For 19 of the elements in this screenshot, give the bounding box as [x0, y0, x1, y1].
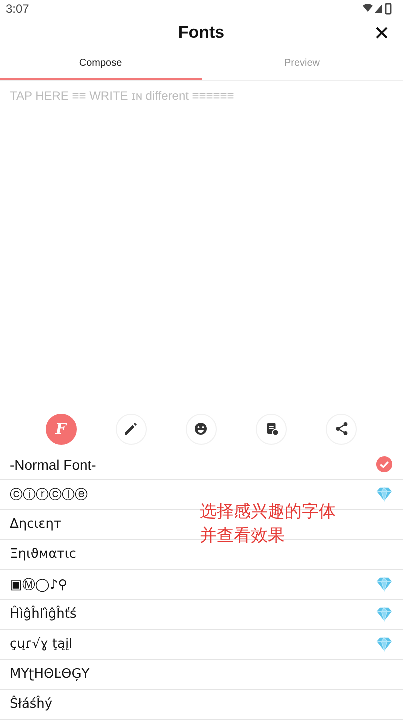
annotation-text: 选择感兴趣的字体 并查看效果	[200, 501, 336, 547]
font-name[interactable]: ⓒⓘⓡⓒⓛⓔ	[10, 486, 88, 504]
font-name[interactable]: ΜΥʈΗΘĿΘĢΥ	[10, 667, 90, 682]
font-name[interactable]: Ξηιϑмαтιc	[10, 547, 76, 562]
font-name[interactable]: Ĥìĝĥľìĝĥťś	[10, 607, 77, 622]
font-name[interactable]: Ŝłáśĥý	[10, 697, 53, 712]
status-time: 3:07	[6, 2, 30, 16]
status-icons	[363, 3, 393, 15]
tab[interactable]: Compose	[0, 53, 202, 80]
font-name[interactable]: -Normal Font-	[10, 456, 96, 472]
document-icon-button[interactable]	[256, 414, 288, 444]
smiley-icon-button[interactable]	[186, 414, 217, 444]
share-icon-button[interactable]	[326, 414, 358, 444]
close-icon[interactable]	[375, 26, 389, 40]
page-title: Fonts	[178, 23, 225, 43]
pencil-icon-button[interactable]	[116, 414, 147, 444]
font-name[interactable]: Δηcιεηт	[10, 517, 62, 532]
font-name[interactable]: çųɾ√ɣ ţąįl	[10, 637, 73, 652]
font-name[interactable]: ▣Ⓜ◯♪⚲	[10, 576, 68, 594]
